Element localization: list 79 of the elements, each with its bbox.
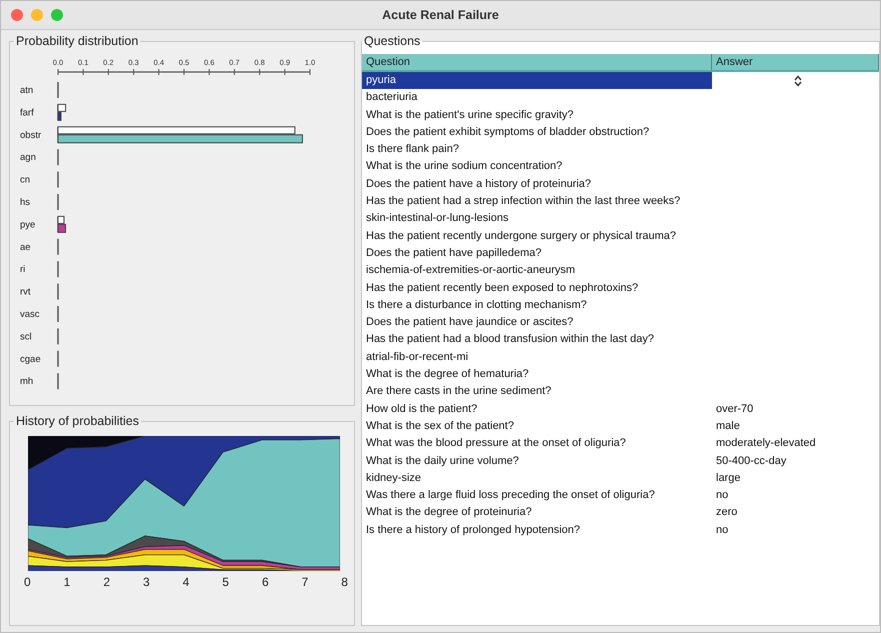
question-cell[interactable]: Does the patient exhibit symptoms of bladder obstruction? [362,124,712,142]
answer-cell[interactable]: no [712,487,879,504]
answer-cell[interactable]: zero [712,504,879,522]
baseline-mark [57,328,59,344]
axis-label: 4 [182,575,190,589]
answer-cell[interactable]: male [712,418,879,436]
category-label: vasc [20,309,40,320]
axis-label: 2 [103,575,110,589]
category-label: mh [20,376,34,388]
axis-label: 7 [302,575,308,589]
category-label: obstr [20,130,42,141]
axis-label: 5 [222,575,229,589]
baseline-mark [57,284,59,300]
zoom-button[interactable] [51,9,63,21]
baseline-mark [57,172,59,188]
category-label: scl [20,331,32,342]
question-cell[interactable]: What is the daily urine volume? [362,452,712,470]
question-cell[interactable]: What is the patient's urine specific gravity? [362,106,712,124]
stepper-icon[interactable] [794,75,802,87]
question-cell[interactable]: What is the urine sodium concentration? [362,158,712,176]
panel-title: Questions [363,34,422,48]
axis-label: 0 [24,575,31,589]
answer-cell[interactable]: no [712,522,879,540]
question-cell[interactable]: Is there a disturbance in clotting mechanism? [362,296,712,314]
question-cell[interactable]: Does the patient have papilledema? [362,244,712,262]
category-label: ri [20,264,26,276]
category-label: atn [20,85,34,96]
panel-title: History of probabilities [15,414,140,428]
question-cell[interactable]: atrial-fib-or-recent-mi [362,348,712,366]
category-label: cn [20,174,30,186]
question-cell[interactable]: Was there a large fluid loss preceding the onset of oliguria? [362,487,712,504]
question-cell[interactable]: What was the blood pressure at the onset of oliguria? [362,435,712,453]
question-cell[interactable]: Has the patient had a strep infection within the last three weeks? [362,193,712,210]
category-label: ae [20,242,31,253]
window-title: Acute Renal Failure [382,8,499,22]
question-cell[interactable]: Does the patient have a history of proteinuria? [362,176,712,194]
question-cell[interactable]: bacteriuria [362,89,712,107]
baseline-mark [57,82,59,98]
axis-label: 8 [341,575,348,589]
axis-label: 6 [262,575,269,589]
question-cell[interactable]: What is the degree of hematuria? [362,366,712,384]
question-cell[interactable]: Is there a history of prolonged hypotension? [362,522,712,540]
panel-title: Probability distribution [15,34,140,48]
category-label: pye [20,219,36,230]
baseline-mark [57,149,59,166]
baseline-mark [57,373,59,390]
answer-cell[interactable]: large [712,470,879,488]
question-cell[interactable]: Has the patient recently been exposed to nephrotoxins? [362,280,712,297]
question-cell[interactable]: What is the sex of the patient? [362,418,712,436]
baseline-mark [57,238,59,255]
question-cell[interactable]: Is there flank pain? [362,141,712,158]
question-cell[interactable]: Are there casts in the urine sediment? [362,383,712,401]
question-cell[interactable]: kidney-size [362,470,712,488]
answer-cell[interactable]: moderately-elevated [712,435,879,453]
question-cell[interactable]: pyuria [362,72,712,90]
baseline-mark [57,194,59,210]
question-cell[interactable]: What is the degree of proteinuria? [362,504,712,522]
minimize-button[interactable] [31,9,43,21]
question-cell[interactable]: ischemia-of-extremities-or-aortic-aneurysm [362,262,712,280]
question-cell[interactable]: Does the patient have jaundice or ascites? [362,314,712,332]
column-header[interactable]: Question [362,54,712,70]
close-button[interactable] [11,9,23,21]
question-cell[interactable]: How old is the patient? [362,400,712,418]
category-label: farf [20,107,34,118]
column-header[interactable]: Answer [712,54,879,70]
baseline-mark [57,350,59,367]
category-label: cgae [20,354,41,365]
baseline-mark [57,306,59,322]
axis-label: 3 [142,575,150,589]
category-label: rvt [20,286,31,298]
question-cell[interactable]: Has the patient recently undergone surgery or physical trauma? [362,228,712,245]
baseline-mark [57,261,59,278]
answer-cell[interactable]: 50-400-cc-day [712,452,879,470]
answer-cell[interactable]: over-70 [712,400,879,418]
question-cell[interactable]: skin-intestinal-or-lung-lesions [362,210,712,228]
question-cell[interactable]: Has the patient had a blood transfusion within the last day? [362,331,712,349]
axis-label: 1 [64,575,70,589]
category-label: hs [20,197,30,208]
category-label: agn [20,152,36,164]
